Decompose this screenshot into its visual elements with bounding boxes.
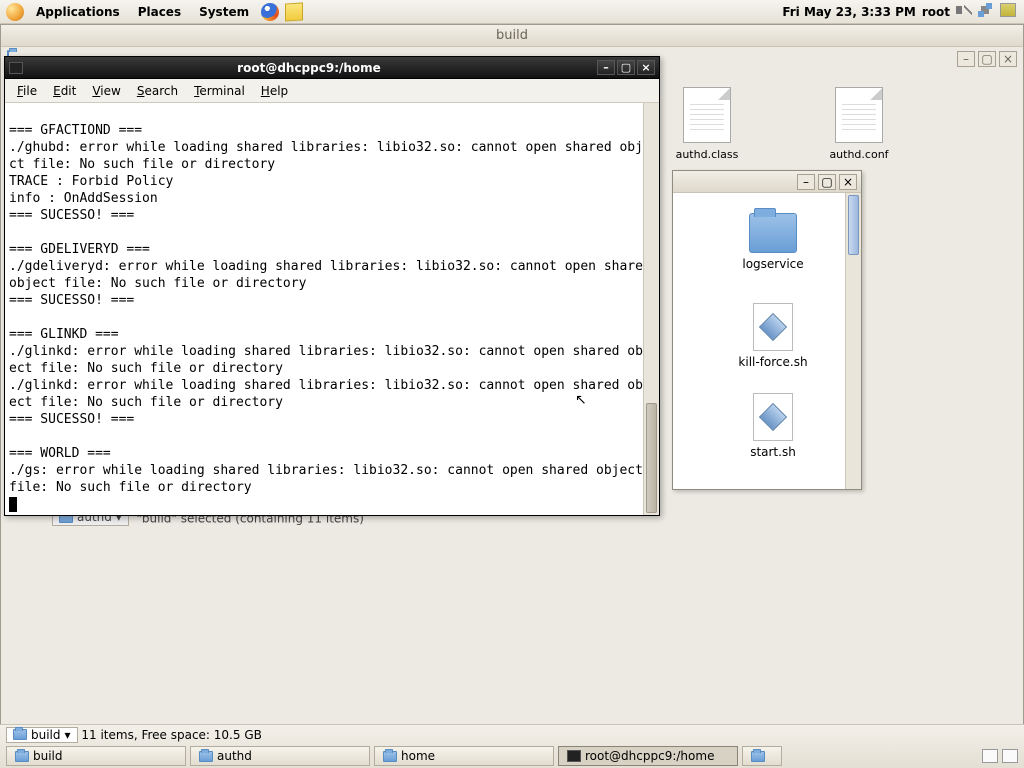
close-button[interactable]: × [999, 51, 1017, 67]
minimize-button[interactable]: – [957, 51, 975, 67]
folder-icon [383, 751, 397, 762]
task-label: root@dhcppc9:/home [585, 749, 714, 763]
menu-search[interactable]: Search [129, 82, 186, 100]
file-label: authd.class [676, 148, 739, 161]
terminal-body[interactable]: === GFACTIOND === ./ghubd: error while l… [5, 103, 659, 515]
maximize-button[interactable]: ▢ [617, 60, 635, 75]
folder-icon [13, 729, 27, 740]
menu-help[interactable]: Help [253, 82, 296, 100]
terminal-title: root@dhcppc9:/home [23, 61, 595, 75]
folder-icon [199, 751, 213, 762]
task-extra[interactable] [742, 746, 782, 766]
terminal-output: === GFACTIOND === ./ghubd: error while l… [9, 123, 659, 495]
folder-icon [15, 751, 29, 762]
notes-icon[interactable] [283, 1, 305, 23]
terminal-icon [567, 750, 581, 762]
menu-edit[interactable]: Edit [45, 82, 84, 100]
maximize-button[interactable]: ▢ [978, 51, 996, 67]
distro-icon[interactable] [4, 1, 26, 23]
task-label: authd [217, 749, 252, 763]
item-label: logservice [742, 257, 803, 271]
clock[interactable]: Fri May 23, 3:33 PM [782, 5, 916, 19]
task-label: home [401, 749, 435, 763]
task-build[interactable]: build [6, 746, 186, 766]
terminal-cursor [9, 497, 17, 512]
folder-icon [751, 751, 765, 762]
location-button[interactable]: build ▾ [6, 727, 78, 743]
user-menu[interactable]: root [922, 5, 950, 19]
scrollbar[interactable] [643, 103, 659, 515]
task-terminal[interactable]: root@dhcppc9:/home [558, 746, 738, 766]
maximize-button[interactable]: ▢ [818, 174, 836, 190]
folder-logservice[interactable]: logservice [703, 213, 843, 271]
minimize-button[interactable]: – [597, 60, 615, 75]
volume-icon[interactable] [956, 3, 972, 20]
close-button[interactable]: × [637, 60, 655, 75]
menu-terminal[interactable]: Terminal [186, 82, 253, 100]
file-label: authd.conf [829, 148, 888, 161]
task-authd[interactable]: authd [190, 746, 370, 766]
scrollbar[interactable] [845, 193, 861, 489]
file-kill-force-sh[interactable]: kill-force.sh [703, 303, 843, 369]
script-icon [753, 303, 793, 351]
trash-icon[interactable] [1002, 749, 1018, 763]
item-label: kill-force.sh [738, 355, 807, 369]
nautilus-small-window: – ▢ × logservice kill-force.sh start.sh [672, 170, 862, 490]
gnome-top-panel: Applications Places System Fri May 23, 3… [0, 0, 1024, 24]
file-start-sh[interactable]: start.sh [703, 393, 843, 459]
terminal-icon [9, 62, 23, 74]
nautilus-build-title: build [496, 28, 528, 43]
menu-file[interactable]: File [9, 82, 45, 100]
firefox-icon[interactable] [259, 1, 281, 23]
file-authd-conf[interactable]: authd.conf [809, 87, 909, 161]
battery-icon[interactable] [1000, 3, 1016, 20]
statusbar-text: 11 items, Free space: 10.5 GB [81, 728, 261, 742]
folder-icon [749, 213, 797, 253]
gnome-terminal-window: root@dhcppc9:/home – ▢ × File Edit View … [4, 56, 660, 516]
terminal-menubar: File Edit View Search Terminal Help [5, 79, 659, 103]
nautilus-build-titlebar[interactable]: build – ▢ × [1, 25, 1023, 47]
minimize-button[interactable]: – [797, 174, 815, 190]
file-authd-class[interactable]: authd.class [657, 87, 757, 161]
terminal-titlebar[interactable]: root@dhcppc9:/home – ▢ × [5, 57, 659, 79]
gnome-bottom-panel: build ▾ 11 items, Free space: 10.5 GB bu… [0, 724, 1024, 768]
menu-applications[interactable]: Applications [28, 3, 128, 21]
task-label: build [33, 749, 63, 763]
workspace-switcher[interactable] [982, 749, 998, 763]
location-label: build [31, 728, 61, 742]
item-label: start.sh [750, 445, 796, 459]
menu-system[interactable]: System [191, 3, 257, 21]
menu-places[interactable]: Places [130, 3, 189, 21]
nautilus-small-content[interactable]: logservice kill-force.sh start.sh [673, 193, 861, 489]
chevron-down-icon: ▾ [65, 728, 71, 742]
task-home[interactable]: home [374, 746, 554, 766]
network-icon[interactable] [978, 3, 994, 20]
close-button[interactable]: × [839, 174, 857, 190]
script-icon [753, 393, 793, 441]
menu-view[interactable]: View [84, 82, 128, 100]
